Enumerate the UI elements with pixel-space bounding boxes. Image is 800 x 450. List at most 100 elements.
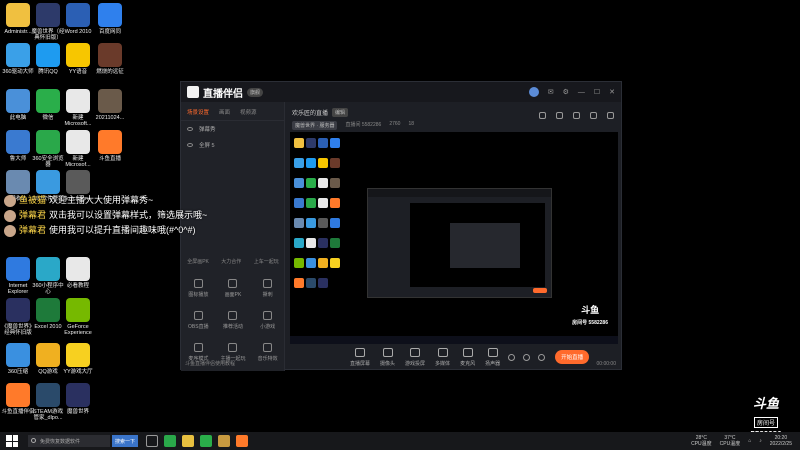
browser-icon[interactable]	[164, 435, 177, 447]
preview-icon	[306, 198, 316, 208]
camera-toggle-icon[interactable]	[508, 353, 516, 361]
eye-icon[interactable]	[187, 127, 193, 131]
left-tabs: 场景设置 画面 视频源	[181, 102, 284, 121]
cpu-temp-2: 37°C CPU温度	[719, 435, 741, 447]
desktop-icon[interactable]: 必看教程	[58, 257, 98, 289]
delete-icon[interactable]	[539, 112, 546, 119]
source-button[interactable]: 摄像头	[380, 347, 395, 367]
settings-icon[interactable]	[538, 353, 546, 361]
feature-tile[interactable]: 图标播放	[181, 279, 216, 298]
preview-icon	[330, 218, 340, 228]
version-badge[interactable]: 旗舰	[247, 87, 264, 97]
scene-label: 全屏 5	[199, 143, 215, 149]
scene-item[interactable]: 全屏 5	[181, 137, 284, 153]
cpu-temp-1: 28°C CPU温度	[691, 435, 712, 447]
source-button[interactable]: 多媒体	[435, 347, 450, 367]
message-icon[interactable]: ✉	[548, 88, 554, 96]
preview-icon	[294, 158, 304, 168]
bell-icon[interactable]	[590, 112, 597, 119]
source-button[interactable]: 游戏投屏	[405, 347, 426, 367]
desktop-icon[interactable]: YY游戏大厅	[58, 343, 98, 375]
desktop-icon[interactable]: 20211024...	[90, 89, 130, 121]
network-icon[interactable]: ⌂	[748, 438, 751, 444]
source-icon	[355, 347, 365, 357]
taskbar-search[interactable]: 免费恢复数据软件	[28, 435, 110, 447]
maximize-icon[interactable]: ☐	[594, 88, 600, 96]
source-button[interactable]: 直播屏幕	[350, 347, 371, 367]
preview-icon	[318, 218, 328, 228]
wechat-icon[interactable]	[200, 435, 213, 447]
clock[interactable]: 20:20 2022/2/25	[770, 435, 792, 447]
start-button[interactable]	[6, 435, 18, 447]
app-icon	[66, 89, 90, 113]
desktop-icon[interactable]: 斗鱼直播	[90, 130, 130, 162]
desktop-icon[interactable]: 魔兽世界	[58, 383, 98, 415]
feature-label[interactable]: 大力合作	[221, 258, 241, 265]
taskview-icon[interactable]	[146, 435, 159, 447]
feature-label[interactable]: 全屏画PK	[187, 258, 209, 265]
app-icon	[66, 43, 90, 67]
app-icon	[36, 343, 60, 367]
tab-scene[interactable]: 场景设置	[187, 108, 209, 116]
app-icon	[66, 170, 90, 194]
screenshot-icon[interactable]	[573, 112, 580, 119]
feature-tile[interactable]: 音乐特效	[250, 343, 285, 362]
app-icon	[66, 383, 90, 407]
clock-date: 2022/2/25	[769, 441, 792, 447]
feature-tile[interactable]: 推荐活动	[216, 311, 251, 330]
source-label: 直播屏幕	[350, 360, 371, 367]
folder-icon[interactable]	[182, 435, 195, 447]
game-icon[interactable]	[218, 435, 231, 447]
feature-row-top: 全屏画PK 大力合作 上车一起玩	[181, 258, 285, 265]
scene-item[interactable]: 弹幕秀	[181, 121, 284, 137]
settings-icon[interactable]: ⚙	[563, 88, 569, 96]
app-icon	[36, 3, 60, 27]
feature-label: 音乐特效	[257, 356, 278, 362]
feature-label[interactable]: 上车一起玩	[254, 258, 279, 265]
search-icon	[31, 438, 36, 443]
start-live-button[interactable]: 开始直播	[555, 350, 590, 364]
source-button[interactable]: 麦克风	[460, 347, 475, 367]
desktop-icon[interactable]: 百度网同	[90, 3, 130, 35]
preview-icon	[330, 258, 340, 268]
source-label: 扬声器	[485, 360, 501, 367]
tab-source[interactable]: 视频源	[240, 108, 257, 116]
tab-picture[interactable]: 画面	[219, 108, 230, 116]
desktop-icon[interactable]: GeForce Experience	[58, 298, 98, 336]
desktop-icon-label: 必看教程	[66, 283, 89, 289]
preview-icon	[294, 258, 304, 268]
record-icon[interactable]	[556, 112, 563, 119]
room-tools	[539, 112, 614, 119]
edit-tag[interactable]: 编辑	[332, 108, 349, 117]
eye-icon[interactable]	[187, 143, 193, 147]
feature-tile[interactable]: 画面PK	[216, 279, 251, 298]
live-timer: 00:00:00	[596, 361, 616, 367]
app-icon	[36, 130, 60, 154]
room-category[interactable]: 魔兽世界 · 服务器	[292, 121, 338, 130]
desktop-icon[interactable]: 燃烧的远征	[90, 43, 130, 75]
minimize-icon[interactable]: —	[578, 89, 585, 96]
live-preview[interactable]: 斗鱼 房间号 5582286	[290, 132, 618, 344]
feature-tile[interactable]: OBS直播	[181, 311, 216, 330]
source-button[interactable]: 扬声器	[485, 347, 501, 367]
feature-tile[interactable]: 撕刺	[250, 279, 285, 298]
chat-message: 使用我可以提升直播间趣味哦(#^0^#)	[49, 225, 196, 235]
user-avatar[interactable]	[528, 87, 539, 97]
volume-icon[interactable]: ♪	[759, 438, 762, 444]
preview-icon	[318, 278, 328, 288]
tutorial-link[interactable]: 斗鱼直播伴侣使用教程	[185, 360, 235, 367]
search-button[interactable]: 搜索一下	[112, 435, 139, 447]
eye-toggle-icon[interactable]	[523, 353, 531, 361]
app-icon	[6, 257, 30, 281]
followers-count: 2760	[389, 121, 401, 127]
share-icon[interactable]	[607, 112, 614, 119]
app-icon	[6, 343, 30, 367]
close-icon[interactable]: ✕	[609, 88, 615, 96]
danmaku-overlay[interactable]: 鱼被猫 欢迎主播大大使用弹幕秀~ 弹幕君 双击我可以设置弹幕样式，筛选展示哦~ …	[4, 193, 207, 238]
douyu-icon[interactable]	[236, 435, 249, 447]
source-icon	[382, 347, 393, 357]
feature-tile[interactable]: 小游戏	[250, 311, 285, 330]
source-label: 游戏投屏	[405, 360, 426, 367]
desktop-icon-label: 20211024...	[95, 115, 125, 121]
avatar	[4, 224, 16, 237]
